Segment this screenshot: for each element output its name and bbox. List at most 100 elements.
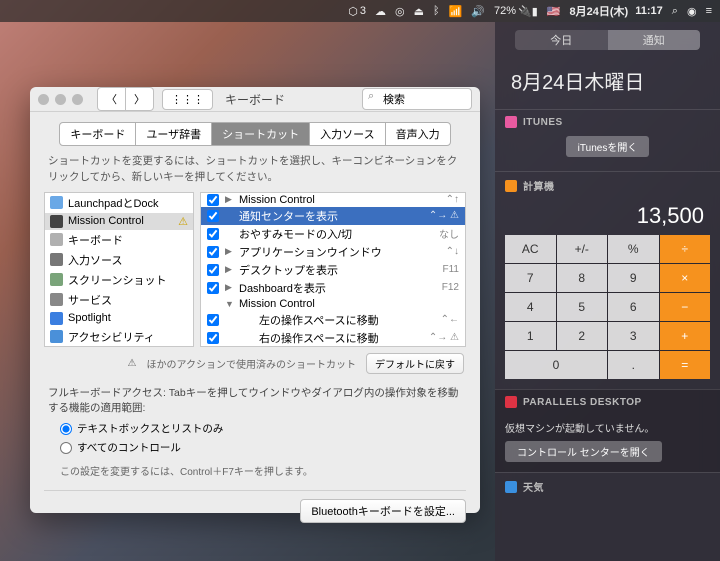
tab-dictation[interactable]: 音声入力 [386, 123, 450, 145]
bluetooth-keyboard-button[interactable]: Bluetoothキーボードを設定... [300, 499, 466, 523]
tab-shortcuts[interactable]: ショートカット [212, 123, 310, 145]
calc-key-3[interactable]: 3 [608, 322, 659, 350]
category-row[interactable]: サービス [45, 290, 193, 310]
category-row[interactable]: Spotlight [45, 310, 193, 327]
shortcut-label: おやすみモードの入/切 [239, 226, 352, 242]
bluetooth-icon[interactable]: ᛒ [433, 5, 440, 17]
shortcut-checkbox[interactable] [207, 246, 219, 258]
wifi-icon[interactable]: 📶 [449, 5, 463, 18]
calc-key-.[interactable]: . [608, 351, 659, 379]
shortcut-checkbox[interactable] [207, 228, 219, 240]
shortcut-row[interactable]: 右の操作スペースに移動⌃→ ⚠ [201, 329, 465, 347]
calc-key-7[interactable]: 7 [505, 264, 556, 292]
shortcut-keys: F12 [442, 282, 459, 293]
calc-key-÷[interactable]: ÷ [660, 235, 711, 263]
shortcut-row[interactable]: ▶デスクトップを表示F11 [201, 261, 465, 279]
calc-key-4[interactable]: 4 [505, 293, 556, 321]
volume-icon[interactable]: 🔊 [471, 5, 485, 18]
dropbox-icon[interactable]: ⬡ 3 [348, 5, 366, 18]
shortcut-keys: ⌃↑ [446, 194, 459, 205]
calc-key-8[interactable]: 8 [557, 264, 608, 292]
calc-key-−[interactable]: − [660, 293, 711, 321]
category-row[interactable]: LaunchpadとDock [45, 193, 193, 213]
category-icon [50, 253, 63, 266]
titlebar: 〈 〉 ⋮⋮⋮ キーボード 検索 [30, 87, 480, 112]
category-row[interactable]: Mission Control⚠ [45, 213, 193, 230]
forward-button[interactable]: 〉 [126, 88, 153, 110]
input-flag[interactable]: 🇺🇸 [547, 5, 561, 18]
shortcut-checkbox[interactable] [207, 264, 219, 276]
shortcut-checkbox[interactable] [207, 314, 219, 326]
minimize-button[interactable] [55, 94, 66, 105]
tab-today[interactable]: 今日 [515, 30, 608, 50]
restore-defaults-button[interactable]: デフォルトに戻す [366, 353, 464, 374]
shortcut-checkbox[interactable] [207, 282, 219, 294]
shortcut-checkbox[interactable] [207, 332, 219, 344]
shortcut-row[interactable]: ▶アプリケーションウインドウ⌃↓ [201, 243, 465, 261]
siri-icon[interactable]: ◉ [687, 5, 697, 18]
shortcut-row[interactable]: 通知センターを表示⌃→ ⚠ [201, 207, 465, 225]
category-row[interactable]: 入力ソース [45, 250, 193, 270]
calc-key-5[interactable]: 5 [557, 293, 608, 321]
radio-text-lists[interactable]: テキストボックスとリストのみ [30, 419, 480, 438]
calc-key-9[interactable]: 9 [608, 264, 659, 292]
back-button[interactable]: 〈 [98, 88, 126, 110]
calc-key-=[interactable]: = [660, 351, 711, 379]
shortcut-label: 通知センターを表示 [239, 208, 338, 224]
calc-key-6[interactable]: 6 [608, 293, 659, 321]
shortcut-row[interactable]: ▶Dashboardを表示F12 [201, 279, 465, 297]
disclosure-icon: ▼ [225, 299, 233, 309]
close-button[interactable] [38, 94, 49, 105]
category-row[interactable]: アクセシビリティ [45, 327, 193, 347]
menubar-date[interactable]: 8月24日(木) 11:17 [570, 3, 663, 19]
open-itunes-button[interactable]: iTunesを開く [566, 136, 650, 157]
calc-key-2[interactable]: 2 [557, 322, 608, 350]
battery-status[interactable]: 72% 🔌▮ [494, 5, 538, 18]
shortcut-row[interactable]: ▶Mission Control⌃↑ [201, 193, 465, 207]
show-all-button[interactable]: ⋮⋮⋮ [162, 89, 213, 110]
calc-key-×[interactable]: × [660, 264, 711, 292]
calc-key-0[interactable]: 0 [505, 351, 607, 379]
calc-key-%[interactable]: % [608, 235, 659, 263]
tab-keyboard[interactable]: キーボード [60, 123, 136, 145]
tab-text[interactable]: ユーザ辞書 [136, 123, 212, 145]
shortcut-checkbox[interactable] [207, 210, 219, 222]
tab-notifications[interactable]: 通知 [608, 30, 701, 50]
shortcut-keys: F11 [443, 264, 460, 275]
open-control-center-button[interactable]: コントロール センターを開く [505, 441, 662, 462]
category-row[interactable]: キーボード [45, 230, 193, 250]
shortcut-table[interactable]: ▶Mission Control⌃↑通知センターを表示⌃→ ⚠おやすみモードの入… [200, 192, 466, 347]
category-row[interactable]: スクリーンショット [45, 270, 193, 290]
disc-icon[interactable]: ◎ [395, 5, 405, 18]
calc-key-+/-[interactable]: +/- [557, 235, 608, 263]
cloud-icon[interactable]: ☁ [375, 5, 386, 18]
category-icon [50, 312, 63, 325]
shortcut-row[interactable]: ▼Mission Control [201, 297, 465, 311]
shortcut-label: アプリケーションウインドウ [239, 244, 382, 260]
nav-back-forward: 〈 〉 [97, 87, 154, 111]
itunes-widget: ITUNES iTunesを開く [495, 109, 720, 171]
shortcut-label: デスクトップを表示 [239, 262, 338, 278]
shortcut-row[interactable]: 左の操作スペースに移動⌃← [201, 311, 465, 329]
calc-key-AC[interactable]: AC [505, 235, 556, 263]
category-icon [50, 233, 63, 246]
calc-key-+[interactable]: + [660, 322, 711, 350]
category-label: LaunchpadとDock [68, 195, 159, 211]
zoom-button[interactable] [72, 94, 83, 105]
category-list[interactable]: LaunchpadとDock Mission Control⚠キーボード入力ソース… [44, 192, 194, 347]
shortcut-checkbox[interactable] [207, 194, 219, 206]
disclosure-icon: ▶ [225, 194, 233, 205]
calc-keypad: AC+/-%÷ 789× 456− 123+0.= [505, 235, 710, 379]
eject-icon[interactable]: ⏏ [414, 5, 424, 18]
notification-center-icon[interactable]: ≡ [706, 5, 712, 17]
shortcut-keys: なし [439, 226, 459, 241]
shortcut-row[interactable]: おやすみモードの入/切 なし [201, 225, 465, 243]
radio-all-controls[interactable]: すべてのコントロール [30, 438, 480, 457]
shortcut-keys: ⌃↓ [446, 246, 459, 257]
search-field[interactable]: 検索 [362, 88, 472, 110]
tab-input-sources[interactable]: 入力ソース [310, 123, 385, 145]
calc-key-1[interactable]: 1 [505, 322, 556, 350]
shortcut-label: Dashboardを表示 [239, 280, 326, 296]
spotlight-icon[interactable]: ⌕ [672, 5, 678, 18]
weather-widget: 天気 [495, 472, 720, 512]
